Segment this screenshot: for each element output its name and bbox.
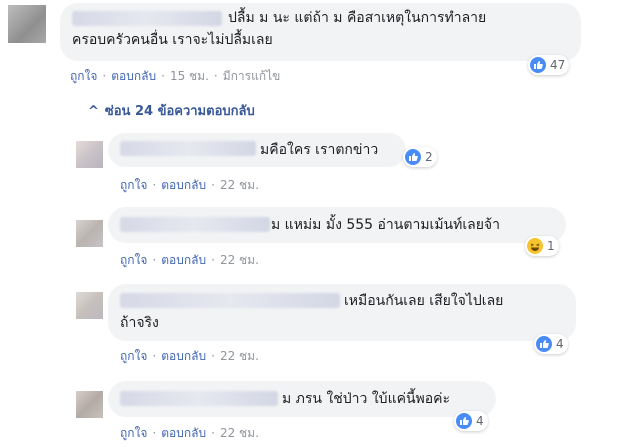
reply-link[interactable]: ตอบกลับ bbox=[161, 426, 206, 440]
reply-actions: ถูกใจ · ตอบกลับ · 22 ชม. bbox=[120, 178, 259, 192]
timestamp[interactable]: 22 ชม. bbox=[220, 178, 259, 192]
like-icon bbox=[536, 336, 552, 352]
reply-actions: ถูกใจ · ตอบกลับ · 22 ชม. bbox=[120, 426, 259, 440]
main-comment-reaction-count: 47 bbox=[550, 58, 566, 72]
reply-bubble: ม ภรน ใช่ป่าว ใบ้แค่นี้พอค่ะ bbox=[108, 381, 496, 417]
hide-replies-label: ซ่อน 24 ข้อความตอบกลับ bbox=[104, 104, 255, 119]
like-link[interactable]: ถูกใจ bbox=[120, 426, 147, 440]
reply-link[interactable]: ตอบกลับ bbox=[161, 253, 206, 267]
reply-link[interactable]: ตอบกลับ bbox=[161, 178, 206, 192]
reply-reaction-count: 2 bbox=[425, 150, 433, 164]
reply-text: ม แหม่ม มั้ง 555 อ่านตามเม้นท์เลยจ้า bbox=[271, 217, 500, 233]
like-link[interactable]: ถูกใจ bbox=[120, 349, 147, 363]
reply-reactions[interactable]: 2 bbox=[403, 147, 437, 167]
main-comment-text-line2: ครอบครัวคนอื่น เราจะไม่ปลื้มเลย bbox=[72, 32, 273, 48]
timestamp[interactable]: 22 ชม. bbox=[220, 426, 259, 440]
timestamp[interactable]: 15 ชม. bbox=[170, 69, 209, 83]
reply-actions: ถูกใจ · ตอบกลับ · 22 ชม. bbox=[120, 349, 259, 363]
reply-avatar[interactable] bbox=[76, 292, 103, 319]
reply-reactions[interactable]: 1 bbox=[525, 236, 559, 256]
main-comment-reactions[interactable]: 47 bbox=[528, 55, 570, 75]
like-icon bbox=[456, 413, 472, 429]
reply-avatar[interactable] bbox=[76, 220, 103, 247]
chevron-up-icon: ^ bbox=[88, 104, 99, 119]
like-link[interactable]: ถูกใจ bbox=[70, 69, 97, 83]
reply-text: มคือใคร เราตกข่าว bbox=[260, 142, 379, 158]
reply-reactions[interactable]: 4 bbox=[454, 411, 488, 431]
reply-author-redacted[interactable] bbox=[120, 293, 340, 308]
reply-avatar[interactable] bbox=[76, 391, 103, 418]
reply-text-line1: เหมือนกันเลย เสียใจไปเลย bbox=[344, 293, 504, 309]
reply-bubble: ม แหม่ม มั้ง 555 อ่านตามเม้นท์เลยจ้า bbox=[108, 207, 566, 243]
reply-text-line2: ถ้าจริง bbox=[120, 315, 159, 331]
main-comment-bubble: ปลื้ม ม นะ แต่ถ้า ม คือสาเหตุในการทำลาย … bbox=[60, 3, 581, 61]
timestamp[interactable]: 22 ชม. bbox=[220, 253, 259, 267]
reply-link[interactable]: ตอบกลับ bbox=[111, 69, 156, 83]
edited-label[interactable]: มีการแก้ไข bbox=[223, 69, 281, 83]
reply-bubble: มคือใคร เราตกข่าว bbox=[108, 133, 406, 167]
reply-text: ม ภรน ใช่ป่าว ใบ้แค่นี้พอค่ะ bbox=[282, 391, 451, 407]
like-link[interactable]: ถูกใจ bbox=[120, 178, 147, 192]
timestamp[interactable]: 22 ชม. bbox=[220, 349, 259, 363]
reply-link[interactable]: ตอบกลับ bbox=[161, 349, 206, 363]
reply-author-redacted[interactable] bbox=[120, 391, 278, 406]
reply-reaction-count: 4 bbox=[476, 414, 484, 428]
hide-replies-toggle[interactable]: ^ ซ่อน 24 ข้อความตอบกลับ bbox=[88, 100, 255, 121]
main-comment-actions: ถูกใจ · ตอบกลับ · 15 ชม. · มีการแก้ไข bbox=[70, 69, 281, 83]
like-icon bbox=[530, 57, 546, 73]
reply-reaction-count: 4 bbox=[556, 337, 564, 351]
reply-author-redacted[interactable] bbox=[120, 217, 270, 232]
reply-reaction-count: 1 bbox=[547, 239, 555, 253]
reply-reactions[interactable]: 4 bbox=[534, 334, 568, 354]
like-icon bbox=[405, 149, 421, 165]
haha-icon bbox=[527, 238, 543, 254]
reply-actions: ถูกใจ · ตอบกลับ · 22 ชม. bbox=[120, 253, 259, 267]
commenter-name-redacted[interactable] bbox=[72, 11, 222, 26]
like-link[interactable]: ถูกใจ bbox=[120, 253, 147, 267]
main-comment-text-line1: ปลื้ม ม นะ แต่ถ้า ม คือสาเหตุในการทำลาย bbox=[228, 10, 487, 26]
reply-bubble: เหมือนกันเลย เสียใจไปเลย ถ้าจริง bbox=[108, 284, 576, 341]
reply-author-redacted[interactable] bbox=[120, 141, 256, 156]
commenter-avatar[interactable] bbox=[8, 5, 46, 43]
reply-avatar[interactable] bbox=[76, 141, 103, 168]
